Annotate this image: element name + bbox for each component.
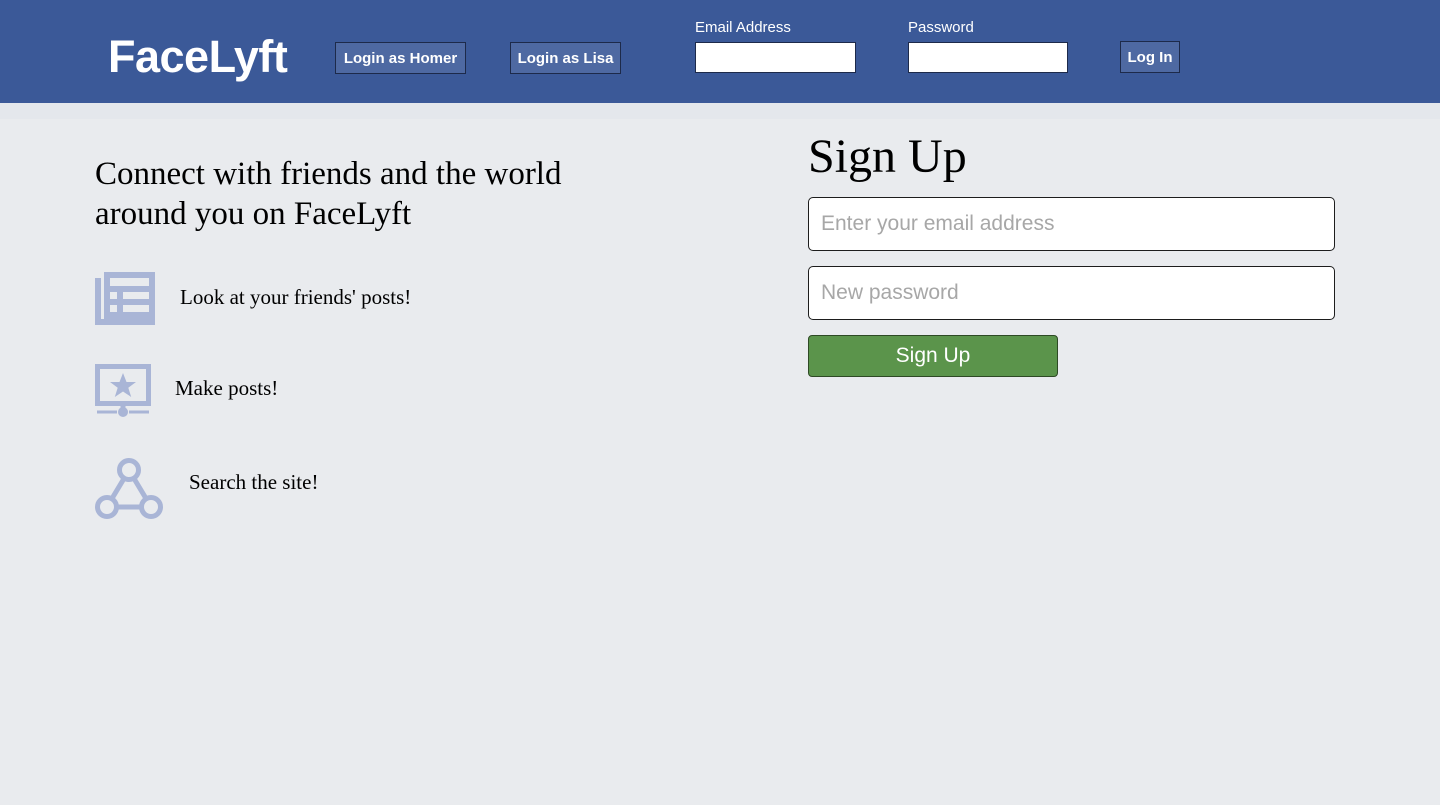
- password-label: Password: [908, 19, 974, 36]
- top-navigation-bar: FaceLyft Login as Homer Login as Lisa Em…: [0, 0, 1440, 103]
- feature-text-make-posts: Make posts!: [175, 376, 279, 400]
- presentation-star-icon: [95, 364, 151, 417]
- sign-up-button[interactable]: Sign Up: [808, 335, 1058, 377]
- newsfeed-icon: [95, 272, 155, 325]
- network-icon: [95, 458, 163, 519]
- logo[interactable]: FaceLyft: [108, 30, 288, 84]
- email-address-label: Email Address: [695, 19, 791, 36]
- signup-password-input[interactable]: [808, 266, 1335, 320]
- tagline: Connect with friends and the world aroun…: [95, 156, 562, 232]
- feature-text-posts: Look at your friends' posts!: [180, 285, 412, 309]
- signup-email-input[interactable]: [808, 197, 1335, 251]
- header-divider: [0, 103, 1440, 119]
- login-password-input[interactable]: [908, 42, 1068, 73]
- login-email-input[interactable]: [695, 42, 856, 73]
- login-as-homer-button[interactable]: Login as Homer: [335, 42, 466, 74]
- login-as-lisa-button[interactable]: Login as Lisa: [510, 42, 621, 74]
- log-in-button[interactable]: Log In: [1120, 41, 1180, 73]
- feature-text-search: Search the site!: [189, 470, 319, 494]
- signup-title: Sign Up: [808, 130, 967, 183]
